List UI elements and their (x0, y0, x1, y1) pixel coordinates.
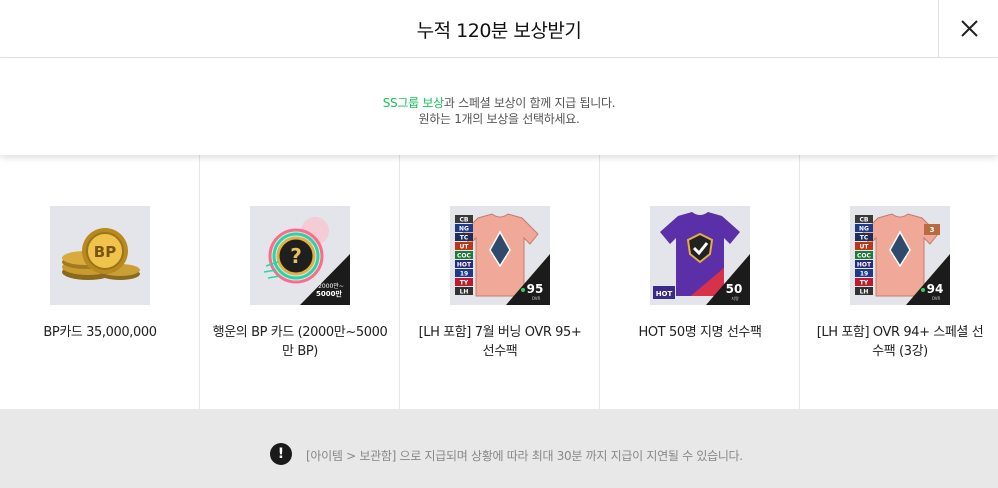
special-pack-jersey-icon: 3 CB NG TC UT COC HOT 19 TY LH 94 OVR (850, 206, 950, 305)
lucky-bp-card-icon: ? 2000만~ 5000만 (250, 206, 350, 305)
reward-card-pack-95[interactable]: CB NG TC UT COC HOT 19 TY LH 95 OVR [LH … (400, 155, 600, 409)
svg-text:CB: CB (460, 217, 469, 224)
reward-label: 행운의 BP 카드 (2000만~5000만 BP) (212, 325, 388, 359)
svg-text:지명: 지명 (731, 295, 739, 301)
svg-text:95: 95 (527, 282, 544, 296)
player-pack-jersey-icon: CB NG TC UT COC HOT 19 TY LH 95 OVR (450, 206, 550, 305)
svg-text:?: ? (290, 244, 302, 268)
svg-text:NG: NG (459, 226, 469, 233)
close-icon (961, 20, 978, 37)
svg-text:19: 19 (460, 271, 468, 278)
reward-card-hot-50[interactable]: HOT 50 지명 HOT 50명 지명 선수팩 (600, 155, 800, 409)
svg-text:UT: UT (860, 244, 870, 251)
svg-text:COC: COC (457, 253, 472, 260)
reward-card-bp[interactable]: BP BP카드 35,000,000 (0, 155, 200, 409)
notice-line-1-text: 과 스페셜 보상이 함께 지급 됩니다. (443, 96, 616, 110)
svg-text:HOT: HOT (656, 290, 673, 298)
svg-text:OVR: OVR (532, 296, 541, 301)
svg-text:LH: LH (460, 289, 469, 296)
hot-jersey-icon: HOT 50 지명 (650, 206, 750, 305)
exclamation-icon: ! (270, 443, 292, 465)
svg-text:UT: UT (460, 244, 470, 251)
info-footer: ! [아이템 > 보관함] 으로 지급되며 상황에 따라 최대 30분 까지 지… (0, 409, 998, 488)
svg-text:LH: LH (860, 289, 869, 296)
svg-text:19: 19 (860, 271, 868, 278)
reward-label: [LH 포함] OVR 94+ 스페셜 선수팩 (3강) (816, 325, 984, 359)
svg-text:OVR: OVR (932, 296, 941, 301)
reward-card-special-94[interactable]: 3 CB NG TC UT COC HOT 19 TY LH 94 OVR [L… (800, 155, 998, 409)
reward-label: HOT 50명 지명 선수팩 (638, 325, 762, 340)
modal-header: 누적 120분 보상받기 (0, 0, 998, 58)
svg-text:NG: NG (859, 226, 869, 233)
svg-text:COC: COC (857, 253, 872, 260)
reward-label: [LH 포함] 7월 버닝 OVR 95+ 선수팩 (418, 325, 582, 359)
footer-text: [아이템 > 보관함] 으로 지급되며 상황에 따라 최대 30분 까지 지급이… (306, 449, 743, 463)
svg-text:HOT: HOT (857, 262, 872, 269)
svg-text:BP: BP (94, 243, 116, 261)
svg-text:TY: TY (460, 280, 469, 287)
notice-line-2: 원하는 1개의 보상을 선택하세요. (418, 112, 580, 126)
reward-label: BP카드 35,000,000 (43, 325, 157, 340)
reward-list: BP BP카드 35,000,000 ? 2000만~ 5000만 행운의 BP… (0, 155, 998, 409)
bp-coins-icon: BP (50, 206, 150, 305)
svg-text:TC: TC (860, 235, 869, 242)
notice-line-1: SS그룹 보상과 스페셜 보상이 함께 지급 됩니다. (0, 94, 998, 111)
svg-text:3: 3 (930, 226, 935, 234)
svg-text:5000만: 5000만 (316, 289, 342, 298)
notice-highlight: SS그룹 보상 (382, 96, 444, 110)
svg-text:2000만~: 2000만~ (318, 282, 344, 290)
reward-card-lucky-bp[interactable]: ? 2000만~ 5000만 행운의 BP 카드 (2000만~5000만 BP… (200, 155, 400, 409)
svg-text:CB: CB (860, 217, 869, 224)
svg-text:TC: TC (460, 235, 469, 242)
close-button[interactable] (938, 0, 998, 58)
svg-text:TY: TY (860, 280, 869, 287)
modal-title: 누적 120분 보상받기 (416, 20, 582, 42)
svg-text:94: 94 (927, 282, 944, 296)
svg-text:HOT: HOT (457, 262, 472, 269)
svg-text:50: 50 (726, 282, 743, 296)
reward-notice: SS그룹 보상과 스페셜 보상이 함께 지급 됩니다. 원하는 1개의 보상을 … (0, 59, 998, 155)
